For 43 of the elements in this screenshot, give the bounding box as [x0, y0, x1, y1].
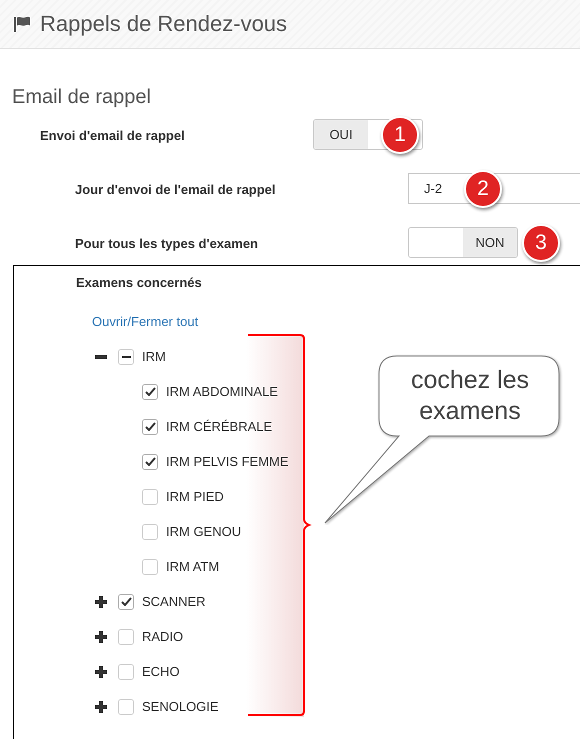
expand-icon[interactable]	[94, 664, 108, 678]
tree-item-label[interactable]: IRM GENOU	[166, 524, 242, 539]
number-badge: 3	[522, 224, 560, 262]
checkbox[interactable]	[142, 384, 158, 400]
checkbox[interactable]	[118, 594, 134, 610]
page-title: Rappels de Rendez-vous	[40, 11, 288, 37]
field-label: Envoi d'email de rappel	[39, 128, 185, 142]
field-label: Jour d'envoi de l'email de rappel	[74, 182, 276, 196]
check-icon	[144, 387, 156, 396]
checkbox[interactable]	[118, 698, 134, 714]
checkbox[interactable]	[142, 524, 158, 540]
number-badge: 1	[381, 116, 419, 154]
tree-item-label[interactable]: ECHO	[142, 664, 180, 679]
expand-icon[interactable]	[94, 594, 108, 608]
tree-item-label[interactable]: IRM ATM	[166, 559, 220, 574]
checkbox[interactable]	[118, 628, 134, 644]
checkbox[interactable]	[118, 664, 134, 680]
checkbox[interactable]	[142, 558, 158, 574]
tree-item-label[interactable]: IRM ABDOMINALE	[166, 384, 278, 399]
section-title: Email de rappel	[11, 85, 152, 110]
exams-heading: Examens concernés	[76, 275, 202, 290]
field-label: Pour tous les types d'examen	[74, 236, 258, 250]
tree-item-label[interactable]: RADIO	[142, 629, 184, 644]
tree-item-label[interactable]: IRM	[142, 349, 166, 364]
callout-text: cochez les examens	[410, 365, 530, 427]
expand-icon[interactable]	[94, 630, 108, 644]
tree-item-label[interactable]: IRM PELVIS FEMME	[166, 454, 289, 469]
checkbox[interactable]	[118, 348, 134, 364]
expand-icon[interactable]	[94, 700, 108, 714]
checkbox[interactable]	[142, 488, 158, 504]
tree-item-label[interactable]: IRM CÉRÉBRALE	[166, 419, 272, 434]
toggle-switch[interactable]: NON	[408, 227, 518, 258]
checkbox[interactable]	[142, 454, 158, 470]
flag-icon	[14, 16, 31, 32]
check-icon	[144, 422, 156, 431]
number-badge: 2	[464, 170, 502, 208]
tree-item-label[interactable]: SENOLOGIE	[142, 699, 219, 714]
tree-item-label[interactable]: IRM PIED	[166, 489, 224, 504]
expand-all-link[interactable]: Ouvrir/Fermer tout	[92, 314, 198, 329]
tree-item-label[interactable]: SCANNER	[142, 594, 206, 609]
checkbox[interactable]	[142, 418, 158, 434]
minus-icon	[122, 356, 130, 358]
check-icon	[144, 457, 156, 466]
